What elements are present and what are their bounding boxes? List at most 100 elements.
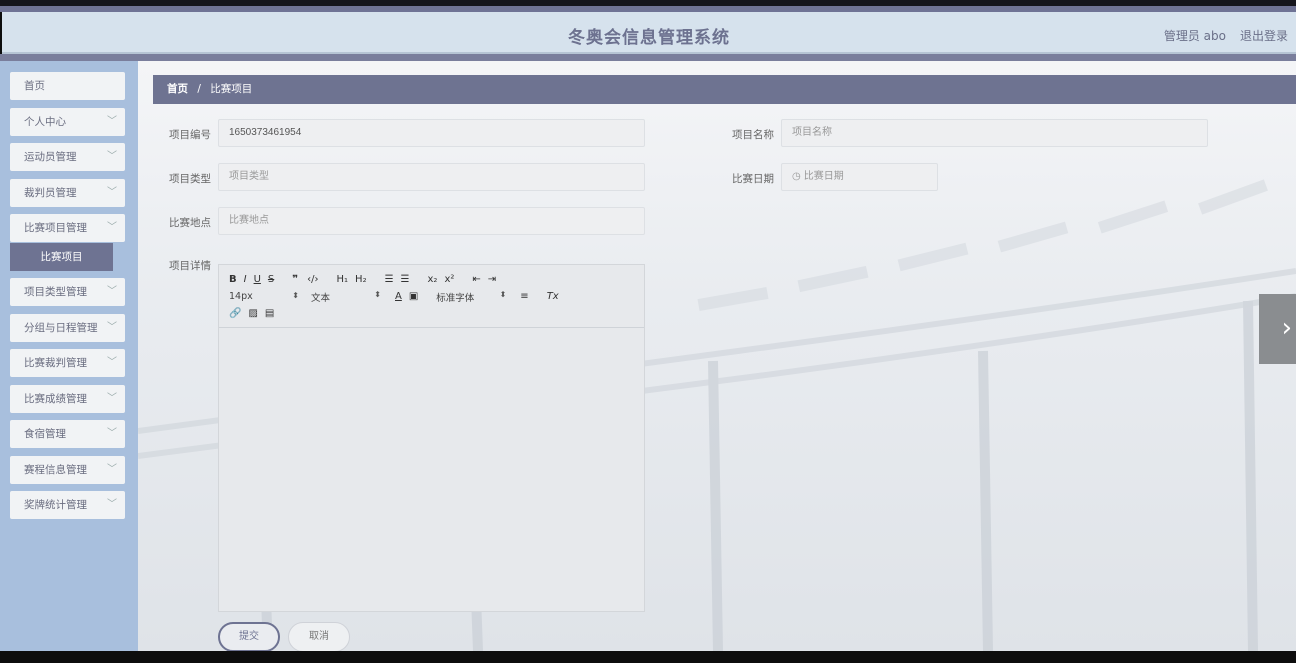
font-color-icon[interactable]: A <box>395 291 402 302</box>
select-caret-icon: ⬍ <box>499 289 507 299</box>
chevron-down-icon: ﹀ <box>107 392 117 404</box>
sidebar-item-label: 项目类型管理 <box>24 286 87 298</box>
current-user: 管理员 abo <box>1163 29 1226 43</box>
sidebar-item-label: 裁判员管理 <box>24 186 77 199</box>
sidebar-item-label: 比赛项目管理 <box>24 222 87 234</box>
chevron-down-icon: ﹀ <box>107 115 117 127</box>
font-family-value: 标准字体 <box>436 292 475 304</box>
bottom-edge <box>0 651 1296 663</box>
superscript-icon[interactable]: x² <box>444 274 454 285</box>
chevron-down-icon: ﹀ <box>107 428 117 439</box>
editor-toolbar: B I U S ❞ ‹/› H₁ H₂ ☰ ☰ x₂ x² ⇤ ⇥ 14px ⬍ <box>219 265 644 328</box>
ordered-list-icon[interactable]: ☰ <box>385 274 394 285</box>
sidebar-item-home[interactable]: 首页 <box>10 72 125 100</box>
chevron-down-icon: ﹀ <box>107 463 117 475</box>
chevron-right-icon[interactable]: › <box>1259 294 1296 364</box>
sidebar-item-label: 运动员管理 <box>24 151 77 163</box>
name-label: 项目名称 <box>732 129 774 141</box>
submit-button[interactable]: 提交 <box>218 622 280 651</box>
sidebar-item-profile[interactable]: 个人中心 ﹀ <box>10 107 125 136</box>
logout-link[interactable]: 退出登录 <box>1240 27 1288 44</box>
chevron-down-icon: ﹀ <box>107 321 117 333</box>
link-icon[interactable]: 🔗 <box>229 308 241 319</box>
text-style-select[interactable]: 文本 ⬍ <box>311 290 381 304</box>
sidebar-item-label: 个人中心 <box>24 115 66 128</box>
main-content: 首页 / 比赛项目 项目编号 1650373461954 项目名称 项目名称 项… <box>138 61 1296 651</box>
sidebar-item-athletes[interactable]: 运动员管理 ﹀ <box>10 143 125 171</box>
chevron-down-icon: ﹀ <box>107 222 117 233</box>
align-icon[interactable]: ≡ <box>520 291 528 302</box>
header-divider <box>0 54 1296 61</box>
sidebar-item-label: 比赛成绩管理 <box>24 392 87 405</box>
date-picker[interactable]: ◷ 比赛日期 <box>781 163 938 191</box>
image-icon[interactable]: ▨ <box>248 308 257 319</box>
sidebar-item-label: 分组与日程管理 <box>24 321 98 334</box>
editor-content-area[interactable] <box>219 328 644 611</box>
indent-icon[interactable]: ⇥ <box>488 274 496 285</box>
font-size-value: 14px <box>229 291 253 302</box>
video-icon[interactable]: ▤ <box>265 308 274 319</box>
code-label: 项目编号 <box>169 129 211 141</box>
outdent-icon[interactable]: ⇤ <box>472 274 480 285</box>
subscript-icon[interactable]: x₂ <box>428 274 438 285</box>
font-family-select[interactable]: 标准字体 ⬍ <box>436 290 506 304</box>
italic-icon[interactable]: I <box>244 274 247 285</box>
sidebar-item-referees[interactable]: 裁判员管理 ﹀ <box>10 178 125 207</box>
sidebar-item-event-types[interactable]: 项目类型管理 ﹀ <box>10 278 125 306</box>
cancel-button[interactable]: 取消 <box>288 622 350 651</box>
underline-icon[interactable]: U <box>254 274 261 285</box>
heading-2-icon[interactable]: H₂ <box>355 274 367 285</box>
breadcrumb-separator: / <box>197 83 201 95</box>
chevron-down-icon: ﹀ <box>107 357 117 368</box>
text-style-value: 文本 <box>311 292 331 304</box>
type-field[interactable]: 项目类型 <box>218 163 645 191</box>
sidebar-item-results[interactable]: 比赛成绩管理 ﹀ <box>10 384 125 413</box>
place-label: 比赛地点 <box>169 217 211 229</box>
sidebar-item-match-referees[interactable]: 比赛裁判管理 ﹀ <box>10 349 125 377</box>
app-title: 冬奥会信息管理系统 <box>568 28 730 48</box>
toolbar-row-1: B I U S ❞ ‹/› H₁ H₂ ☰ ☰ x₂ x² ⇤ ⇥ <box>229 271 644 288</box>
place-field[interactable]: 比赛地点 <box>218 207 645 235</box>
select-caret-icon: ⬍ <box>374 289 381 299</box>
code-block-icon[interactable]: ‹/› <box>307 274 318 285</box>
breadcrumb-current: 比赛项目 <box>210 83 253 95</box>
code-field[interactable]: 1650373461954 <box>218 119 645 147</box>
select-caret-icon: ⬍ <box>292 291 299 300</box>
type-label: 项目类型 <box>169 173 211 185</box>
sidebar-item-label: 奖牌统计管理 <box>24 499 87 511</box>
bold-icon[interactable]: B <box>229 274 237 285</box>
sidebar: 首页 个人中心 ﹀ 运动员管理 ﹀ 裁判员管理 ﹀ 比赛项目管理 ﹀ 比赛项目 … <box>0 61 138 651</box>
sidebar-item-schedule[interactable]: 分组与日程管理 ﹀ <box>10 313 125 342</box>
sidebar-item-label: 比赛裁判管理 <box>24 357 87 369</box>
strikethrough-icon[interactable]: S <box>268 274 274 285</box>
sidebar-subitem-events-active[interactable]: 比赛项目 <box>10 242 113 271</box>
toolbar-row-3: 🔗 ▨ ▤ <box>229 305 644 322</box>
app-header: 冬奥会信息管理系统 管理员 abo 退出登录 <box>2 12 1296 54</box>
sidebar-item-label: 赛程信息管理 <box>24 463 87 476</box>
clear-format-icon[interactable]: Tx <box>547 291 559 302</box>
sidebar-item-label: 首页 <box>24 80 45 92</box>
sidebar-item-schedule-info[interactable]: 赛程信息管理 ﹀ <box>10 455 125 484</box>
sidebar-item-accommodation[interactable]: 食宿管理 ﹀ <box>10 420 125 448</box>
chevron-down-icon: ﹀ <box>107 286 117 297</box>
background-color-icon[interactable]: ▣ <box>409 291 418 302</box>
detail-label: 项目详情 <box>169 260 211 272</box>
blockquote-icon[interactable]: ❞ <box>292 274 298 285</box>
date-placeholder: 比赛日期 <box>803 171 844 182</box>
toolbar-row-2: 14px ⬍ 文本 ⬍ A ▣ 标准字体 ⬍ ≡ Tx <box>229 288 644 305</box>
chevron-down-icon: ﹀ <box>107 186 117 198</box>
sidebar-item-events[interactable]: 比赛项目管理 ﹀ <box>10 214 125 242</box>
name-field[interactable]: 项目名称 <box>781 119 1208 147</box>
clock-icon: ◷ <box>792 171 801 182</box>
date-label: 比赛日期 <box>732 173 774 185</box>
heading-1-icon[interactable]: H₁ <box>337 274 349 285</box>
breadcrumb-home[interactable]: 首页 <box>167 83 188 95</box>
chevron-down-icon: ﹀ <box>107 499 117 510</box>
bullet-list-icon[interactable]: ☰ <box>401 274 410 285</box>
chevron-down-icon: ﹀ <box>107 151 117 162</box>
breadcrumb: 首页 / 比赛项目 <box>153 75 1296 104</box>
sidebar-item-medals[interactable]: 奖牌统计管理 ﹀ <box>10 491 125 519</box>
sidebar-menu: 首页 个人中心 ﹀ 运动员管理 ﹀ 裁判员管理 ﹀ 比赛项目管理 ﹀ 比赛项目 … <box>10 72 125 527</box>
font-size-select[interactable]: 14px ⬍ <box>229 291 299 302</box>
sidebar-item-label: 食宿管理 <box>24 428 66 440</box>
